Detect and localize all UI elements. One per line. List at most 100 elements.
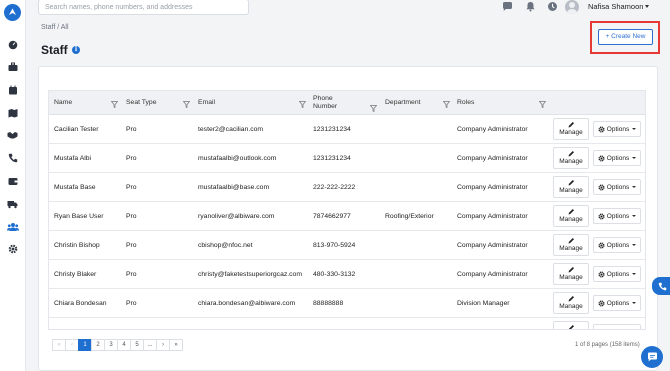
column-header-name[interactable]: Name [54,91,114,115]
manage-label: Manage [559,303,583,310]
manage-button[interactable]: Manage [553,176,589,198]
gear-icon [598,299,605,307]
options-dropdown[interactable]: Options [593,208,641,224]
bell-icon[interactable] [525,1,536,12]
table-row[interactable]: Mustafa Base Pro mustafaalbi@base.com 222-2… [49,173,645,202]
briefcase-icon[interactable] [6,60,19,73]
cell-seat: Pro [126,126,137,133]
calendar-icon[interactable] [6,83,19,96]
cell-roles: Company Administrator [457,184,528,191]
chat-fab-button[interactable] [641,346,663,368]
options-dropdown[interactable]: Options [593,237,641,253]
options-dropdown[interactable]: Options [593,324,641,329]
chevron-down-icon [632,128,637,130]
users-icon[interactable] [6,220,19,233]
column-header-phone-number[interactable]: Phone Number [313,91,353,115]
manage-button[interactable]: Manage [553,292,589,314]
table-row[interactable]: Christy Blaker Pro christy@faketestsuperio… [49,260,645,289]
info-icon[interactable]: i [72,46,80,54]
cell-email: christy@faketestsuperiorgcaz.com [198,271,302,278]
user-name[interactable]: Nafisa Shamoon [588,2,643,11]
cell-seat: Pro [126,318,191,329]
create-new-button[interactable]: + Create New [598,29,653,45]
cell-seat: Pro [126,213,137,220]
manage-label: Manage [559,245,583,252]
phone-icon[interactable] [6,151,19,164]
page-button-4[interactable]: 4 [117,339,131,351]
options-dropdown[interactable]: Options [593,179,641,195]
user-menu-chevron-down-icon[interactable] [645,5,649,8]
dashboard-icon[interactable] [6,38,19,51]
filter-phone-icon[interactable] [370,105,377,112]
chevron-down-icon [632,273,637,275]
phone-fab-button[interactable] [652,277,670,295]
table-row[interactable]: Mustafa Albi Pro mustafaalbi@outlook.com 12… [49,144,645,173]
table-row[interactable]: Christin Bishop Pro cbishop@nfoc.net 813-97… [49,231,645,260]
cell-roles: Company Administrator [457,213,528,220]
filter-name-icon[interactable] [111,101,118,108]
gear-icon [598,212,605,220]
cell-department: Reconstruction [385,318,455,329]
column-header-email[interactable]: Email [198,91,258,115]
filter-department-icon[interactable] [443,101,450,108]
handshake-icon[interactable] [6,128,19,141]
truck-icon[interactable] [6,197,19,210]
column-header-department[interactable]: Department [385,91,445,115]
cell-seat: Pro [126,242,137,249]
page-ellipsis[interactable]: ... [143,339,157,351]
page-button-2[interactable]: 2 [91,339,105,351]
gear-icon [598,183,605,191]
chat-bubble-icon[interactable] [502,1,513,12]
manage-button[interactable]: Manage [553,147,589,169]
column-header-roles[interactable]: Roles [457,91,517,115]
cell-name: Christy Blaker [54,271,97,278]
table-row[interactable]: Ryan Base User Pro ryanoliver@albiware.com… [49,202,645,231]
pagination: « ‹ 1 2 3 4 5 ... › » [52,339,183,351]
last-page-button[interactable]: » [169,339,183,351]
app-logo[interactable] [4,4,21,21]
column-header-seat-type[interactable]: Seat Type [126,91,186,115]
map-icon[interactable] [6,106,19,119]
options-dropdown[interactable]: Options [593,150,641,166]
manage-button[interactable]: Manage [553,263,589,285]
options-dropdown[interactable]: Options [593,295,641,311]
filter-email-icon[interactable] [299,101,306,108]
chevron-down-icon [632,215,637,217]
gear-icon[interactable] [6,242,19,255]
manage-button[interactable]: Manage [553,205,589,227]
cell-department [385,289,455,318]
page-button-5[interactable]: 5 [130,339,144,351]
page-button-1[interactable]: 1 [78,339,92,351]
manage-label: Manage [559,274,583,281]
options-dropdown[interactable]: Options [593,121,641,137]
cell-phone: 813-970-5924 [313,242,356,249]
prev-page-button[interactable]: ‹ [65,339,79,351]
cell-department [385,260,455,289]
cell-name: Ryan Base User [54,213,104,220]
cell-department [385,115,455,144]
wallet-icon[interactable] [6,174,19,187]
cell-roles: Company Administrator [457,242,528,249]
next-page-button[interactable]: › [156,339,170,351]
clock-icon[interactable] [547,1,558,12]
cell-name: Cacilian Tester [54,126,99,133]
manage-button[interactable]: Manage [553,118,589,140]
manage-button[interactable]: Manage [553,234,589,256]
avatar[interactable] [565,0,579,14]
manage-button[interactable]: Manage [553,321,589,329]
sidebar [0,0,26,371]
filter-seat-type-icon[interactable] [183,101,190,108]
options-dropdown[interactable]: Options [593,266,641,282]
first-page-button[interactable]: « [52,339,66,351]
chevron-down-icon [632,302,637,304]
cell-roles: Company Administrator [457,126,528,133]
page-title: Staff [41,43,68,57]
cell-seat: Pro [126,271,137,278]
search-input[interactable]: Search names, phone numbers, and address… [38,0,249,15]
table-row[interactable]: Chiara Bondesan Pro chiara.bondesan@albiwa… [49,289,645,318]
chevron-down-icon [632,157,637,159]
filter-roles-icon[interactable] [539,101,546,108]
table-row[interactable]: Cacilian Tester Pro tester2@cacilian.com 12… [49,115,645,144]
page-button-3[interactable]: 3 [104,339,118,351]
table-row[interactable]: Eric Brown Pro ericbrown@albiware.com(555)… [49,318,645,329]
